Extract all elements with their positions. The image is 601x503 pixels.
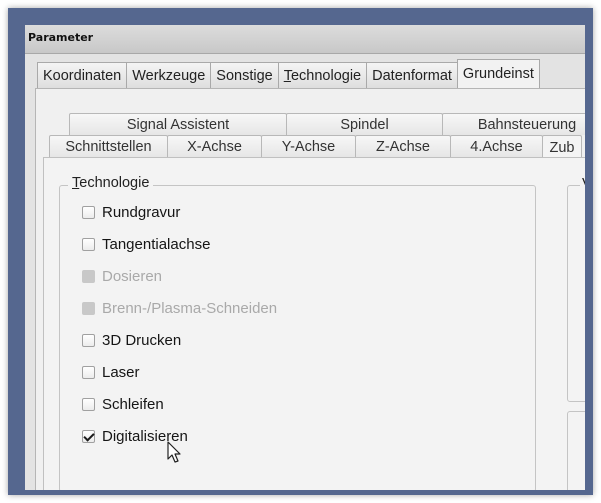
checkbox-box <box>82 269 95 283</box>
tab-datenformat[interactable]: Datenformat <box>366 62 458 88</box>
tab-zubehoer[interactable]: Zub <box>542 135 582 159</box>
tab-label: Schnittstellen <box>65 138 152 155</box>
tab-werkzeuge[interactable]: Werkzeuge <box>126 62 212 88</box>
tab-x-achse[interactable]: X-Achse <box>167 135 262 157</box>
checkbox-label: Dosieren <box>102 267 163 285</box>
checkbox-box[interactable] <box>82 365 95 379</box>
tab-label: Signal Assistent <box>126 116 230 133</box>
tab-koordinaten[interactable]: Koordinaten <box>37 62 128 88</box>
checkbox-box[interactable] <box>82 205 95 219</box>
right-group-title: V <box>580 176 585 192</box>
tab-label: Koordinaten <box>43 67 122 84</box>
tab-label: Grundeinst <box>462 66 534 82</box>
sub-tab-row-1: Signal Assistent Spindel Bahnsteuerung <box>69 113 585 135</box>
checkbox-label: 3D Drucken <box>102 331 182 349</box>
tab-signal-assistent[interactable]: Signal Assistent <box>69 113 287 135</box>
tab-label: Bahnsteuerung <box>477 116 577 133</box>
checkbox-dosieren: Dosieren <box>82 266 162 286</box>
right-groupbox-top: V <box>567 176 585 402</box>
tab-bahnsteuerung[interactable]: Bahnsteuerung <box>442 113 585 135</box>
tab-spindel[interactable]: Spindel <box>286 113 443 135</box>
checkbox-label: Laser <box>102 363 140 381</box>
tab-label: X-Achse <box>187 138 242 155</box>
checkbox-box <box>82 301 95 315</box>
tab-z-achse[interactable]: Z-Achse <box>355 135 451 157</box>
checkbox-label: Schleifen <box>102 395 164 413</box>
tab-sonstige[interactable]: Sonstige <box>210 62 279 88</box>
checkbox-label: Tangentialachse <box>102 235 211 253</box>
checkbox-rundgravur[interactable]: Rundgravur <box>82 202 180 222</box>
group-title-rest: echnologie <box>79 175 150 191</box>
tab-label: Y-Achse <box>281 138 336 155</box>
checkbox-tangentialachse[interactable]: Tangentialachse <box>82 234 210 254</box>
tab-4-achse[interactable]: 4.Achse <box>450 135 543 157</box>
tab-label: Spindel <box>340 116 389 133</box>
checkbox-3d-drucken[interactable]: 3D Drucken <box>82 330 181 350</box>
technologie-group-title: Technologie <box>68 175 154 191</box>
tab-technologie[interactable]: Technologie <box>277 62 368 88</box>
right-groupbox-bottom <box>567 411 585 490</box>
checkbox-laser[interactable]: Laser <box>82 362 140 382</box>
tab-label: Technologie <box>283 67 362 84</box>
mouse-pointer-icon <box>167 441 181 463</box>
checkbox-label: Rundgravur <box>102 203 181 221</box>
tab-label: Datenformat <box>372 67 452 84</box>
tab-label: 4.Achse <box>470 138 523 155</box>
tab-label: Zub <box>549 139 575 156</box>
parameter-dialog: Parameter Koordinaten Werkzeuge Sonstige… <box>25 25 585 490</box>
checkbox-box[interactable] <box>82 429 95 443</box>
checkbox-box[interactable] <box>82 333 95 347</box>
tab-label: Z-Achse <box>376 138 430 155</box>
checkbox-label: Brenn-/Plasma-Schneiden <box>102 299 278 317</box>
tab-y-achse[interactable]: Y-Achse <box>261 135 356 157</box>
checkbox-box[interactable] <box>82 397 95 411</box>
main-tab-bar: Koordinaten Werkzeuge Sonstige Technolog… <box>37 59 540 88</box>
tab-label: Sonstige <box>216 67 273 84</box>
sub-tab-row-2: Schnittstellen X-Achse Y-Achse Z-Achse 4… <box>49 135 582 159</box>
tab-label: Werkzeuge <box>132 67 206 84</box>
window-title: Parameter <box>28 31 94 44</box>
tab-grundeinstellungen[interactable]: Grundeinst <box>456 59 540 88</box>
checkbox-schleifen[interactable]: Schleifen <box>82 394 164 414</box>
title-bar[interactable]: Parameter <box>25 25 585 54</box>
checkbox-box[interactable] <box>82 237 95 251</box>
checkbox-brenn-plasma-schneiden: Brenn-/Plasma-Schneiden <box>82 298 277 318</box>
tab-schnittstellen[interactable]: Schnittstellen <box>49 135 168 157</box>
